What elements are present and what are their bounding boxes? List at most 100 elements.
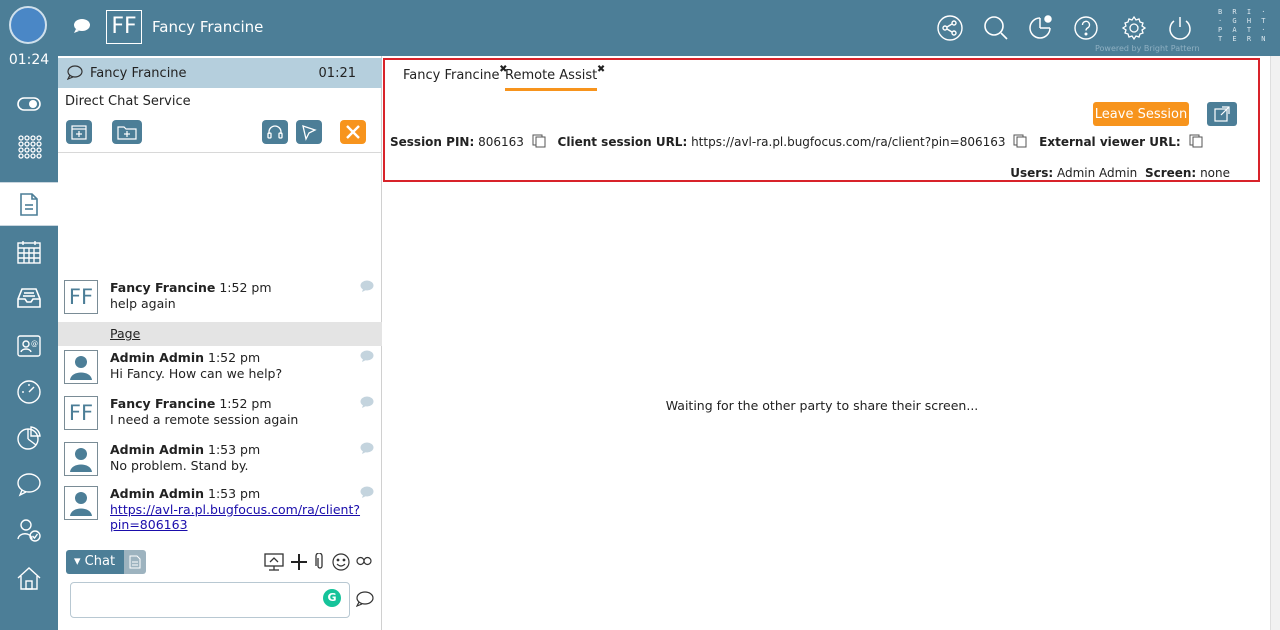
message-author: Admin Admin bbox=[110, 442, 205, 457]
share-icon[interactable] bbox=[936, 14, 964, 42]
documents-icon[interactable] bbox=[0, 182, 58, 226]
left-rail: 01:24 @ bbox=[0, 0, 58, 630]
pin-value: 806163 bbox=[478, 135, 524, 149]
users-label: Users: bbox=[1010, 166, 1054, 180]
client-url-label: Client session URL: bbox=[557, 135, 688, 149]
chat-bubble-icon bbox=[73, 18, 91, 37]
dashboard-gauge-icon[interactable] bbox=[0, 370, 58, 414]
attachment-icon[interactable] bbox=[314, 551, 326, 574]
tab-fancy-francine[interactable]: Fancy Francine ✖ bbox=[403, 64, 508, 83]
help-icon[interactable] bbox=[1072, 14, 1100, 42]
open-external-button[interactable] bbox=[1207, 102, 1237, 126]
power-icon[interactable] bbox=[1166, 14, 1194, 42]
powered-by-text: Powered by Bright Pattern bbox=[1095, 44, 1200, 53]
read-status-icon bbox=[360, 486, 374, 501]
send-icon[interactable] bbox=[355, 590, 374, 611]
remote-assist-panel: Fancy Francine ✖ Remote Assist ✖ Leave S… bbox=[382, 56, 1272, 630]
top-bar: FF Fancy Francine B R I · · G H T P A T … bbox=[58, 0, 1280, 56]
toolbar-divider bbox=[58, 152, 382, 153]
viewer-url-label: External viewer URL: bbox=[1039, 135, 1181, 149]
contact-initials: FF bbox=[106, 10, 142, 44]
message-time: 1:52 pm bbox=[219, 396, 272, 411]
message-time: 1:53 pm bbox=[208, 486, 261, 501]
message-text: help again bbox=[110, 296, 176, 311]
avatar: FF bbox=[64, 396, 98, 430]
transfer-folder-button[interactable] bbox=[112, 120, 142, 144]
apps-grid-icon[interactable] bbox=[0, 124, 58, 168]
grammarly-icon[interactable]: G bbox=[323, 589, 341, 607]
read-status-icon bbox=[360, 442, 374, 457]
svg-text:@: @ bbox=[31, 340, 38, 348]
emoji-icon[interactable] bbox=[332, 552, 350, 574]
user-silhouette-icon bbox=[70, 448, 92, 472]
read-status-icon bbox=[360, 350, 374, 365]
chat-header[interactable]: Fancy Francine 01:21 bbox=[58, 58, 382, 88]
calendar-icon[interactable] bbox=[0, 230, 58, 274]
message-text: No problem. Stand by. bbox=[110, 458, 249, 473]
copy-pin-icon[interactable] bbox=[532, 134, 546, 151]
chat-mode-tab[interactable]: ▾ Chat bbox=[66, 550, 124, 574]
headset-button[interactable] bbox=[262, 120, 288, 144]
avatar: FF bbox=[64, 280, 98, 314]
session-details: Session PIN: 806163 Client session URL: … bbox=[390, 134, 1211, 151]
copy-viewer-url-icon[interactable] bbox=[1189, 134, 1203, 151]
message-time: 1:52 pm bbox=[208, 350, 261, 365]
close-tab-icon[interactable]: ✖ bbox=[597, 64, 605, 75]
agent-status-avatar[interactable] bbox=[9, 6, 47, 44]
notification-icon[interactable] bbox=[1026, 14, 1054, 42]
reports-pie-icon[interactable] bbox=[0, 416, 58, 460]
leave-session-button[interactable]: Leave Session bbox=[1093, 102, 1189, 126]
message-input-box[interactable]: G bbox=[70, 582, 350, 618]
toggle-icon[interactable] bbox=[0, 82, 58, 126]
screen-label: Screen: bbox=[1144, 166, 1197, 180]
notes-tab[interactable] bbox=[124, 550, 146, 574]
chat-panel: Fancy Francine 01:21 Direct Chat Service… bbox=[58, 56, 382, 630]
add-icon[interactable] bbox=[290, 553, 308, 574]
quick-replies-icon[interactable] bbox=[356, 555, 372, 572]
message-text: I need a remote session again bbox=[110, 412, 299, 427]
tab-remote-assist[interactable]: Remote Assist ✖ bbox=[505, 64, 605, 91]
search-icon[interactable] bbox=[982, 14, 1010, 42]
message-author: Admin Admin bbox=[110, 350, 205, 365]
close-chat-button[interactable] bbox=[340, 120, 366, 144]
inbox-icon[interactable] bbox=[0, 276, 58, 320]
chat-tools bbox=[264, 551, 372, 574]
page-label[interactable]: Page bbox=[110, 326, 140, 341]
message-input[interactable] bbox=[77, 585, 307, 615]
read-status-icon bbox=[360, 280, 374, 295]
screen-value: none bbox=[1200, 166, 1230, 180]
avatar bbox=[64, 442, 98, 476]
schedule-button[interactable] bbox=[66, 120, 92, 144]
waiting-message: Waiting for the other party to share the… bbox=[665, 398, 979, 413]
user-silhouette-icon bbox=[70, 356, 92, 380]
settings-icon[interactable] bbox=[1120, 14, 1148, 42]
message-author: Fancy Francine bbox=[110, 280, 216, 295]
contact-name: Fancy Francine bbox=[152, 18, 264, 36]
screen-share-icon[interactable] bbox=[264, 552, 284, 574]
message-text: Hi Fancy. How can we help? bbox=[110, 366, 283, 381]
chat-bubble-outline-icon bbox=[66, 65, 83, 83]
pin-label: Session PIN: bbox=[390, 135, 475, 149]
read-status-icon bbox=[360, 396, 374, 411]
flag-button[interactable] bbox=[296, 120, 322, 144]
message-time: 1:53 pm bbox=[208, 442, 261, 457]
scrollbar[interactable] bbox=[1270, 56, 1280, 630]
session-clock: 01:24 bbox=[8, 52, 50, 68]
user-silhouette-icon bbox=[70, 492, 92, 516]
message-author: Admin Admin bbox=[110, 486, 205, 501]
avatar bbox=[64, 486, 98, 520]
client-url-value: https://avl-ra.pl.bugfocus.com/ra/client… bbox=[691, 135, 1006, 149]
contact-check-icon[interactable] bbox=[0, 508, 58, 552]
chat-header-name: Fancy Francine bbox=[90, 66, 187, 81]
message-time: 1:52 pm bbox=[219, 280, 272, 295]
service-name: Direct Chat Service bbox=[65, 94, 191, 109]
chat-icon[interactable] bbox=[0, 462, 58, 506]
home-icon[interactable] bbox=[0, 556, 58, 600]
external-link-icon bbox=[1214, 106, 1230, 122]
copy-client-url-icon[interactable] bbox=[1013, 134, 1027, 151]
chat-header-time: 01:21 bbox=[318, 66, 356, 81]
session-link[interactable]: https://avl-ra.pl.bugfocus.com/ra/client… bbox=[110, 502, 360, 532]
brand-logo: B R I · · G H T P A T · T E R N bbox=[1218, 8, 1269, 43]
directory-icon[interactable]: @ bbox=[0, 324, 58, 368]
avatar bbox=[64, 350, 98, 384]
